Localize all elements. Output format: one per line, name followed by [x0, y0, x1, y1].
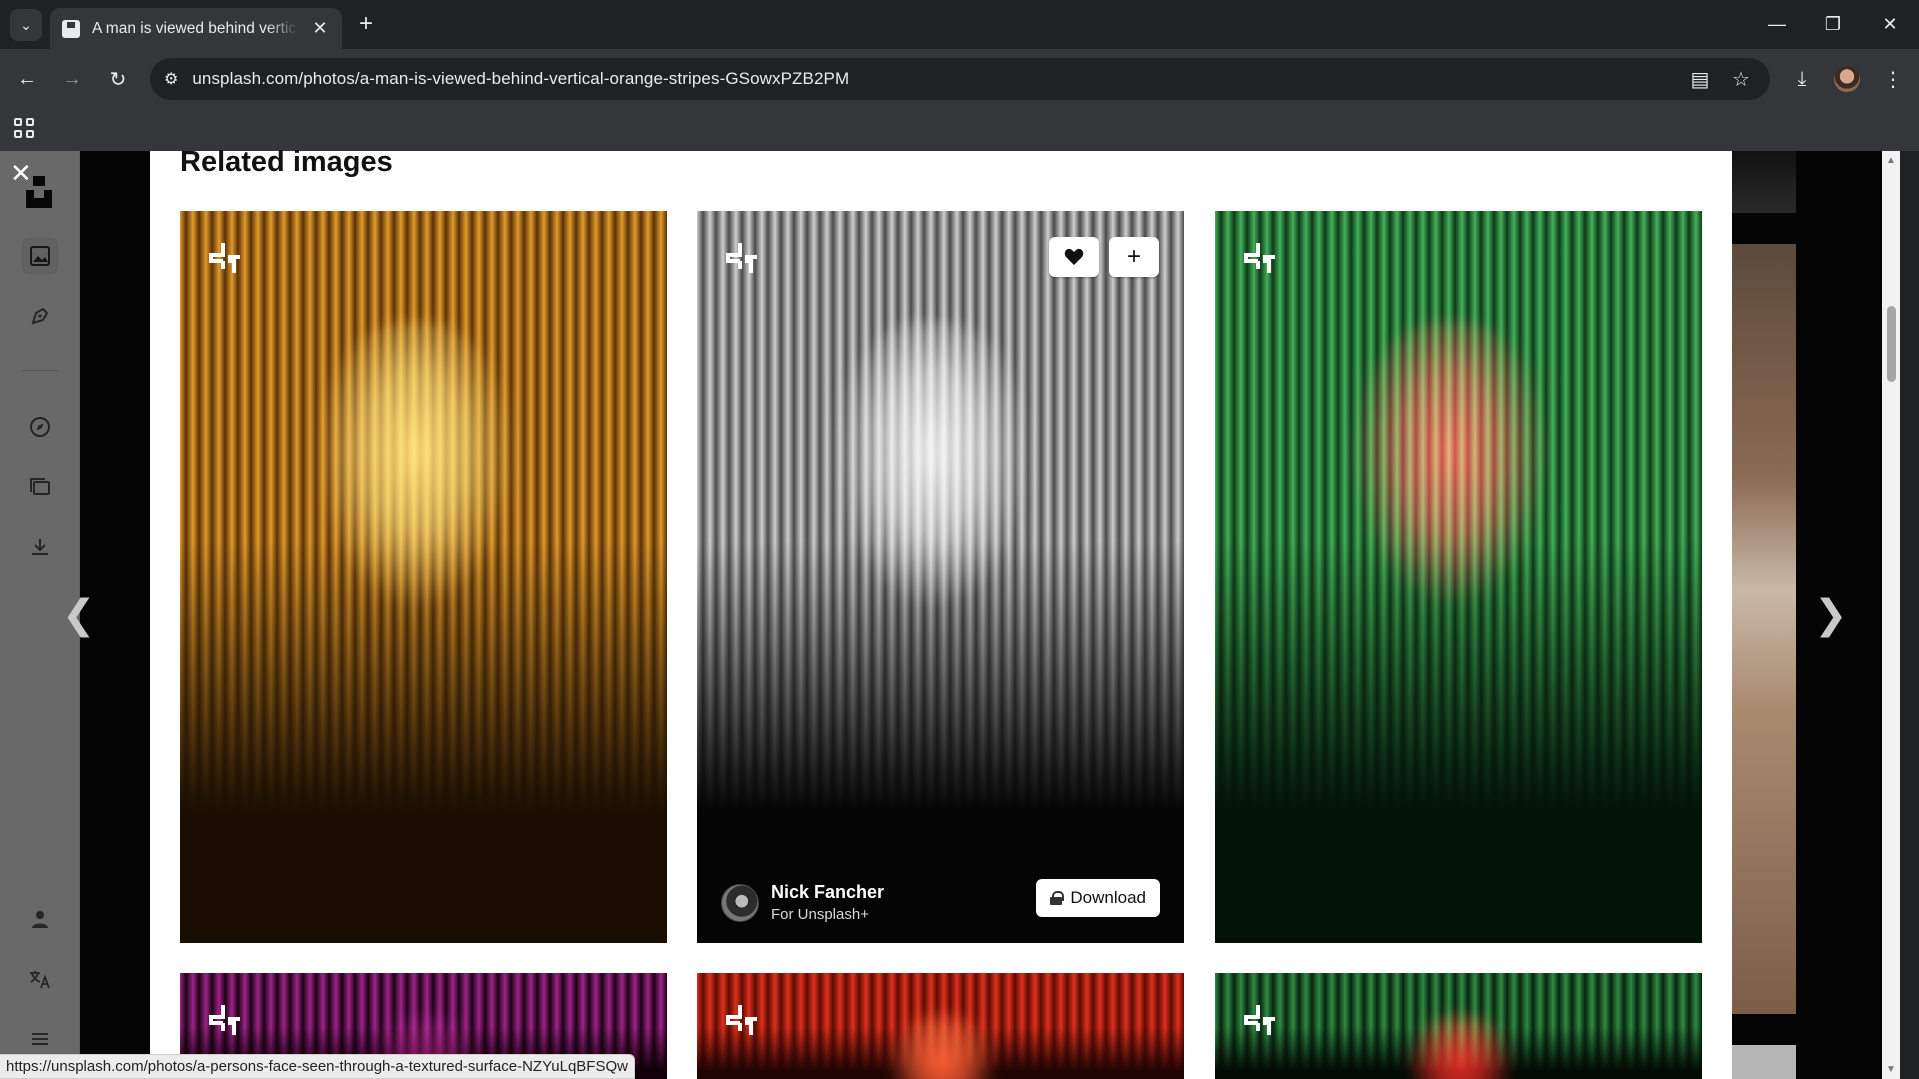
close-window-icon[interactable]: ✕: [1875, 10, 1905, 38]
browser-tab-active[interactable]: A man is viewed behind vertical orange s…: [50, 8, 342, 49]
profile-avatar[interactable]: [1834, 66, 1860, 92]
plus-icon: +: [1126, 243, 1141, 270]
related-images-heading: Related images: [180, 146, 393, 178]
unsplash-plus-icon: [206, 1003, 244, 1039]
restore-window-icon[interactable]: ❐: [1818, 10, 1848, 38]
reload-icon[interactable]: ↻: [103, 64, 133, 94]
author-name[interactable]: Nick Fancher: [771, 882, 884, 903]
photo-subject: [315, 321, 515, 611]
scrollbar-thumb[interactable]: [1887, 306, 1896, 382]
photo-subject: [832, 321, 1032, 611]
minimize-window-icon[interactable]: —: [1762, 10, 1792, 38]
bookmarks-bar: [0, 109, 1919, 151]
author-subtitle: For Unsplash+: [771, 906, 869, 923]
related-photo-card[interactable]: [697, 973, 1184, 1079]
lock-icon: [1050, 891, 1065, 905]
unsplash-plus-icon: [1241, 1003, 1279, 1039]
tab-search-chevron-icon[interactable]: ⌄: [10, 9, 42, 41]
next-photo-preview[interactable]: [1732, 151, 1796, 1079]
browser-menu-icon[interactable]: ⋮: [1878, 64, 1908, 94]
photo-subject: [1350, 321, 1550, 611]
scroll-down-arrow-icon[interactable]: ▼: [1884, 1064, 1898, 1075]
unsplash-plus-icon: [723, 1003, 761, 1039]
site-info-icon[interactable]: ⚙: [164, 69, 178, 89]
address-bar[interactable]: ⚙ unsplash.com/photos/a-man-is-viewed-be…: [150, 58, 1770, 100]
photo-author-credit[interactable]: Nick Fancher For Unsplash+: [721, 882, 884, 923]
close-modal-icon[interactable]: ✕: [10, 160, 32, 186]
like-heart-button[interactable]: [1049, 237, 1099, 277]
next-photo-chevron-icon[interactable]: ❯: [1814, 595, 1848, 635]
heart-icon: [1064, 248, 1084, 265]
unsplash-plus-icon: [1241, 241, 1279, 277]
scroll-up-arrow-icon[interactable]: ▲: [1884, 155, 1898, 166]
forward-arrow-icon[interactable]: →: [57, 64, 87, 94]
related-photo-card[interactable]: [1215, 211, 1702, 943]
unsplash-favicon-icon: [62, 19, 80, 38]
page-scrollbar[interactable]: [1882, 151, 1900, 1079]
unsplash-plus-icon: [723, 241, 761, 277]
apps-grid-icon[interactable]: [12, 116, 36, 140]
bookmark-star-icon[interactable]: ☆: [1726, 64, 1756, 94]
previous-photo-chevron-icon[interactable]: ❮: [62, 595, 96, 635]
related-photo-card[interactable]: [180, 211, 667, 943]
link-status-bar: https://unsplash.com/photos/a-persons-fa…: [0, 1054, 635, 1079]
tab-close-icon[interactable]: ✕: [310, 18, 330, 39]
author-avatar[interactable]: [721, 883, 759, 922]
download-button[interactable]: Download: [1036, 879, 1160, 917]
install-app-icon[interactable]: ▤: [1685, 64, 1715, 94]
url-text[interactable]: unsplash.com/photos/a-man-is-viewed-behi…: [192, 69, 849, 89]
downloads-icon[interactable]: ⤓: [1787, 64, 1817, 94]
new-tab-button[interactable]: +: [352, 10, 380, 38]
tab-title: A man is viewed behind vertical orange s…: [92, 19, 298, 37]
related-photo-card[interactable]: [1215, 973, 1702, 1079]
download-label: Download: [1070, 888, 1146, 907]
add-to-collection-button[interactable]: +: [1109, 237, 1159, 277]
back-arrow-icon[interactable]: ←: [12, 64, 42, 94]
related-photo-card[interactable]: + Nick Fancher For Unsplash+ Download: [697, 211, 1184, 943]
unsplash-plus-icon: [206, 241, 244, 277]
